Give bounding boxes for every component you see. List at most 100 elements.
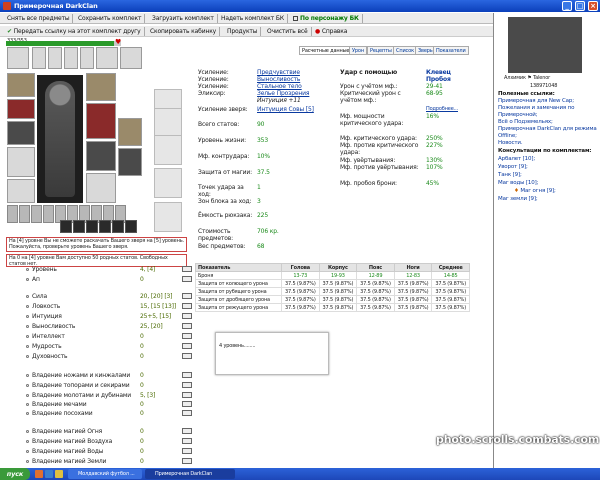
slot-amulet[interactable] — [120, 47, 142, 69]
slot-potion-6[interactable] — [125, 220, 137, 233]
help-button[interactable]: ● Справка — [312, 27, 350, 36]
slot-gloves[interactable] — [7, 73, 35, 97]
by-character-button[interactable]: По персонажу БК — [290, 14, 363, 23]
slot-shirt[interactable] — [118, 148, 142, 176]
share-link-button[interactable]: ✔ Передать ссылку на этот комплект другу — [4, 27, 145, 36]
bullet-icon — [26, 355, 29, 358]
consult-earth-mage[interactable]: Маг земли [9]; — [498, 195, 598, 203]
buff-link-2[interactable]: Выносливость — [257, 76, 300, 83]
tab-damage[interactable]: Урон — [349, 46, 367, 55]
slot-weapon[interactable] — [7, 121, 35, 145]
slot-potion-5[interactable] — [112, 220, 124, 233]
task-football[interactable]: Молдавский футбол ... — [68, 469, 142, 479]
stat-level-control[interactable] — [182, 266, 192, 272]
slot-mask[interactable] — [86, 73, 116, 101]
skill-water-control[interactable] — [182, 448, 192, 454]
slot-boots[interactable] — [86, 173, 116, 203]
skill-swords-control[interactable] — [182, 401, 192, 407]
link-offline[interactable]: Примерочная DarkClan для режима Offline; — [498, 126, 598, 140]
stat-ap-control[interactable] — [182, 276, 192, 282]
consult-fire-mage[interactable]: ♦ Маг огня [9]; — [498, 187, 598, 195]
tab-recipes[interactable]: Рецепты — [367, 46, 395, 55]
firefox-icon[interactable] — [35, 470, 43, 478]
folder-icon[interactable] — [55, 470, 63, 478]
slot-ring-3[interactable] — [64, 47, 78, 69]
slot-potion-1[interactable] — [60, 220, 72, 233]
slot-leggings[interactable] — [86, 141, 116, 171]
close-button[interactable]: × — [588, 1, 598, 11]
copy-booth-button[interactable]: Скопировать кабинку — [147, 27, 221, 36]
consult-water-mage[interactable]: Маг воды [10]; — [498, 179, 598, 187]
weapon-name[interactable]: Клевец Пробоя — [426, 69, 462, 83]
slot-cloak[interactable] — [118, 118, 142, 146]
consult-crossbow[interactable]: Арбалет [10]; — [498, 155, 598, 163]
skill-earth-control[interactable] — [182, 458, 192, 464]
slot-ring-1[interactable] — [32, 47, 46, 69]
load-set-button[interactable]: Загрузить комплект — [149, 14, 218, 23]
slot-bracers[interactable] — [7, 99, 35, 119]
skill-knives-control[interactable] — [182, 372, 192, 378]
slot-rune-3[interactable] — [31, 205, 42, 223]
user-alchemist[interactable]: Алхимик — [504, 75, 526, 81]
slot-earring[interactable] — [96, 47, 118, 69]
slot-helmet[interactable] — [7, 47, 29, 69]
slot-rune-1[interactable] — [7, 205, 18, 223]
slot-potion-3[interactable] — [86, 220, 98, 233]
slot-ring-2[interactable] — [48, 47, 62, 69]
skill-fire-control[interactable] — [182, 428, 192, 434]
user-talenor[interactable]: Talenor — [533, 75, 550, 81]
preview-boots-2[interactable] — [154, 202, 182, 232]
elixir-link[interactable]: Зелье Прозрения — [257, 90, 310, 97]
stat-agility-control[interactable] — [182, 303, 192, 309]
consult-dodge[interactable]: Уворот [9]; — [498, 163, 598, 171]
stat-intellect-control[interactable] — [182, 333, 192, 339]
slot-rune-2[interactable] — [19, 205, 30, 223]
ie-icon[interactable] — [45, 470, 53, 478]
stat-agility: Ловкость 15, [15 [13]] — [26, 302, 196, 311]
tab-calculated[interactable]: Расчетные данные — [299, 46, 353, 55]
slot-potion-2[interactable] — [73, 220, 85, 233]
link-news[interactable]: Новости. — [498, 140, 598, 147]
preview-gloves[interactable] — [154, 108, 182, 138]
undress-all-button[interactable]: Снять все предметы — [4, 14, 74, 23]
skill-maces-control[interactable] — [182, 392, 192, 398]
skill-air-control[interactable] — [182, 438, 192, 444]
stat-endurance-control[interactable] — [182, 323, 192, 329]
consult-links: Арбалет [10]; Уворот [9]; Танк [9]; Маг … — [498, 155, 598, 203]
products-button[interactable]: Продукты — [224, 27, 262, 36]
maximize-button[interactable]: □ — [575, 1, 585, 11]
preview-bracer[interactable] — [154, 135, 182, 165]
bullet-icon — [26, 403, 29, 406]
tab-list[interactable]: Список — [393, 46, 417, 55]
skill-axes-control[interactable] — [182, 382, 192, 388]
consult-tank[interactable]: Танк [9]; — [498, 171, 598, 179]
level-popup: 4 уровень........ — [215, 332, 329, 375]
wear-bk-set-button[interactable]: Надеть комплект БК — [218, 14, 288, 23]
slot-potion-4[interactable] — [99, 220, 111, 233]
slot-armor[interactable] — [7, 147, 35, 177]
buff-link-1[interactable]: Предчувствие — [257, 69, 300, 76]
stat-wisdom-control[interactable] — [182, 343, 192, 349]
more-details-link[interactable]: Подробнее... — [426, 106, 458, 113]
slot-shield[interactable] — [86, 103, 116, 139]
tab-indicators[interactable]: Показатели — [433, 46, 469, 55]
link-new-cap[interactable]: Примерочная для New Cap; — [498, 98, 598, 105]
preview-boots[interactable] — [154, 168, 182, 198]
slot-rune-4[interactable] — [43, 205, 54, 223]
minimize-button[interactable]: _ — [562, 1, 572, 11]
task-darkclan[interactable]: Примерочная DarkClan — [145, 469, 235, 479]
stat-strength-control[interactable] — [182, 293, 192, 299]
link-dungeons[interactable]: Всё о Подземельях; — [498, 119, 598, 126]
start-button[interactable]: пуск — [0, 468, 30, 480]
pet-buff-link[interactable]: Интуиция Совы [5] — [257, 106, 314, 113]
stat-intuition-control[interactable] — [182, 313, 192, 319]
save-set-button[interactable]: Сохранить комплект — [75, 14, 146, 23]
skill-staffs-control[interactable] — [182, 410, 192, 416]
slot-belt[interactable] — [7, 179, 35, 203]
window-title-bar[interactable]: Примерочная DarkClan _ □ × — [0, 0, 600, 12]
stat-spirituality-control[interactable] — [182, 353, 192, 359]
slot-ring-4[interactable] — [80, 47, 94, 69]
clear-all-button[interactable]: Очистить всё — [264, 27, 312, 36]
link-feedback[interactable]: Пожелания и замечания по Примерочной; — [498, 105, 598, 119]
buff-link-3[interactable]: Стальное тело — [257, 83, 302, 90]
